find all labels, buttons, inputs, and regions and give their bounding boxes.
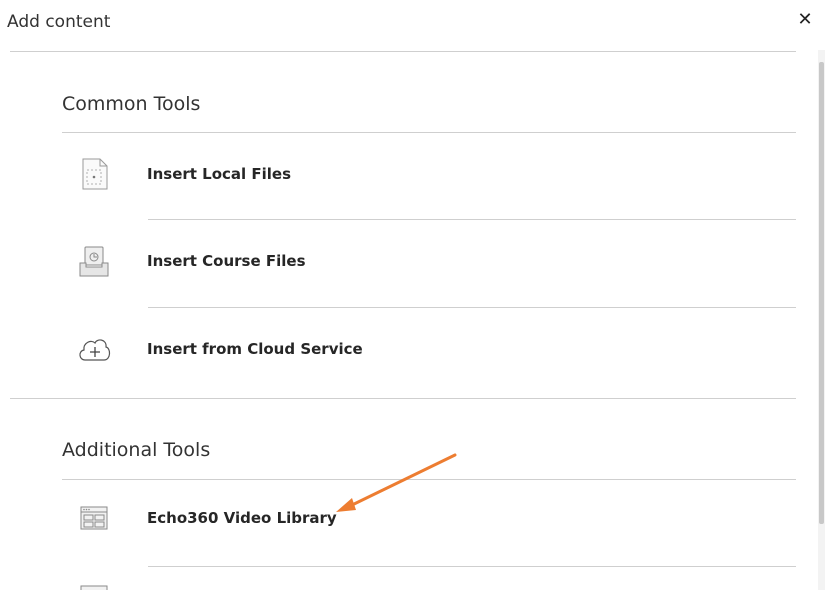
next-tool-icon — [80, 585, 108, 590]
additional-tools-heading: Additional Tools — [62, 439, 211, 461]
insert-from-cloud-service-label: Insert from Cloud Service — [147, 340, 363, 358]
close-icon: ✕ — [797, 9, 813, 30]
scrollbar-thumb[interactable] — [819, 62, 824, 524]
common-tools-heading: Common Tools — [62, 93, 201, 115]
panel-title: Add content — [7, 12, 111, 32]
echo360-video-library-label: Echo360 Video Library — [147, 509, 337, 527]
insert-from-cloud-service-button[interactable]: Insert from Cloud Service — [62, 307, 796, 393]
insert-course-files-label: Insert Course Files — [147, 252, 306, 270]
cloud-icon — [79, 339, 111, 361]
header-divider — [10, 51, 796, 52]
insert-course-files-button[interactable]: Insert Course Files — [62, 219, 796, 305]
file-icon — [82, 158, 108, 190]
course-files-icon — [79, 246, 109, 277]
insert-local-files-button[interactable]: Insert Local Files — [62, 132, 796, 218]
echo360-video-library-button[interactable]: Echo360 Video Library — [62, 476, 796, 562]
section-divider — [10, 398, 796, 399]
video-library-icon — [80, 506, 108, 530]
tool-divider — [148, 566, 796, 567]
close-button[interactable]: ✕ — [795, 10, 815, 30]
insert-local-files-label: Insert Local Files — [147, 165, 292, 183]
add-content-panel: Add content ✕ Common Tools Insert Local … — [0, 0, 825, 590]
